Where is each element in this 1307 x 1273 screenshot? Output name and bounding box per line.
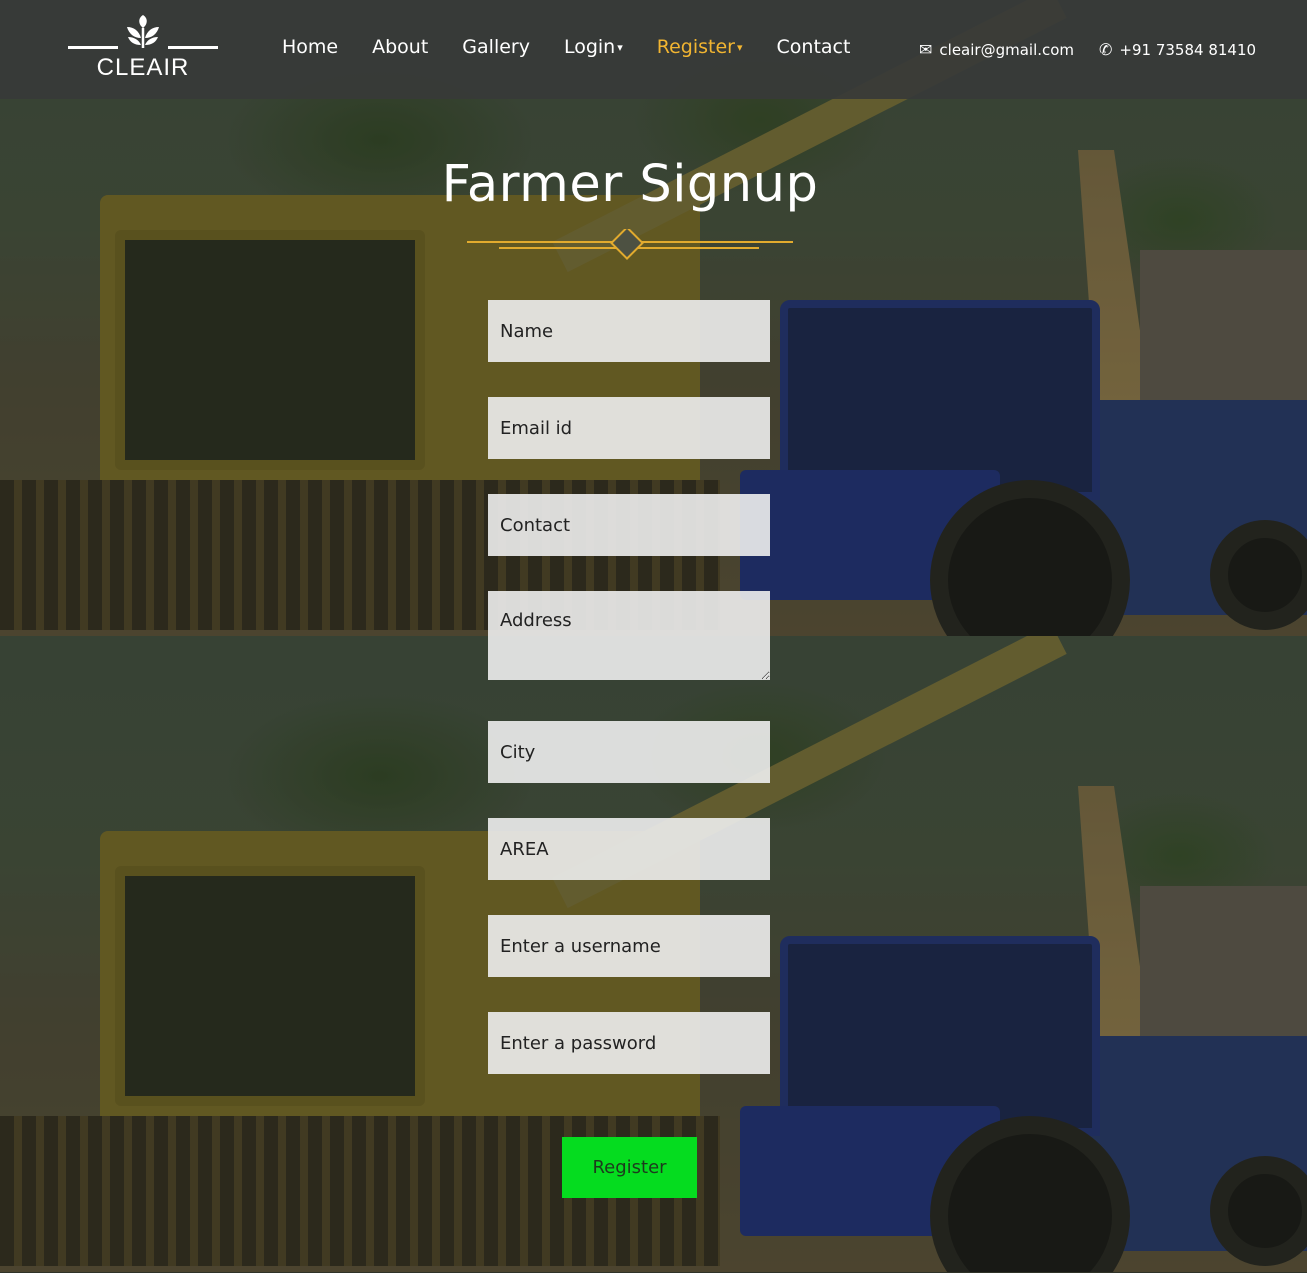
- area-input[interactable]: [488, 818, 770, 880]
- sprout-icon: [127, 15, 159, 48]
- nav-item-gallery[interactable]: Gallery: [462, 36, 530, 66]
- chevron-down-icon: ▾: [617, 41, 623, 54]
- contact-input[interactable]: [488, 494, 770, 556]
- contact-email[interactable]: ✉ cleair@gmail.com: [919, 40, 1074, 59]
- main-nav: Home About Gallery Login ▾ Register ▾ Contact: [282, 36, 884, 66]
- nav-item-label: Login: [563, 36, 616, 58]
- logo-left-line: [68, 46, 118, 49]
- nav-item-contact[interactable]: Contact: [777, 36, 851, 66]
- envelope-icon: ✉: [919, 40, 933, 59]
- email-text: cleair@gmail.com: [939, 40, 1075, 59]
- phone-icon: ✆: [1099, 40, 1113, 59]
- nav-item-login[interactable]: Login ▾: [564, 36, 623, 66]
- password-input[interactable]: [488, 1012, 770, 1074]
- register-button[interactable]: Register: [562, 1137, 697, 1198]
- nav-item-label: Home: [282, 36, 339, 58]
- address-textarea[interactable]: [488, 591, 770, 680]
- nav-item-label: Gallery: [462, 36, 530, 58]
- username-input[interactable]: [488, 915, 770, 977]
- nav-item-about[interactable]: About: [372, 36, 428, 66]
- nav-item-label: Contact: [776, 36, 851, 58]
- brand-name: CLEAIR: [96, 54, 190, 81]
- nav-item-home[interactable]: Home: [282, 36, 338, 66]
- phone-text: +91 73584 81410: [1119, 40, 1257, 59]
- email-input[interactable]: [488, 397, 770, 459]
- logo-right-line: [168, 46, 218, 49]
- top-navbar: CLEAIR Home About Gallery Login ▾ Register ▾ Co…: [0, 0, 1307, 99]
- nav-item-register[interactable]: Register ▾: [657, 36, 743, 66]
- city-input[interactable]: [488, 721, 770, 783]
- nav-item-label: Register: [656, 36, 735, 58]
- brand-logo[interactable]: CLEAIR: [68, 14, 218, 84]
- name-input[interactable]: [488, 300, 770, 362]
- page-title: Farmer Signup: [441, 155, 819, 214]
- chevron-down-icon: ▾: [737, 41, 743, 54]
- contact-phone[interactable]: ✆ +91 73584 81410: [1099, 40, 1256, 59]
- title-divider-ornament: [467, 229, 793, 260]
- nav-item-label: About: [372, 36, 429, 58]
